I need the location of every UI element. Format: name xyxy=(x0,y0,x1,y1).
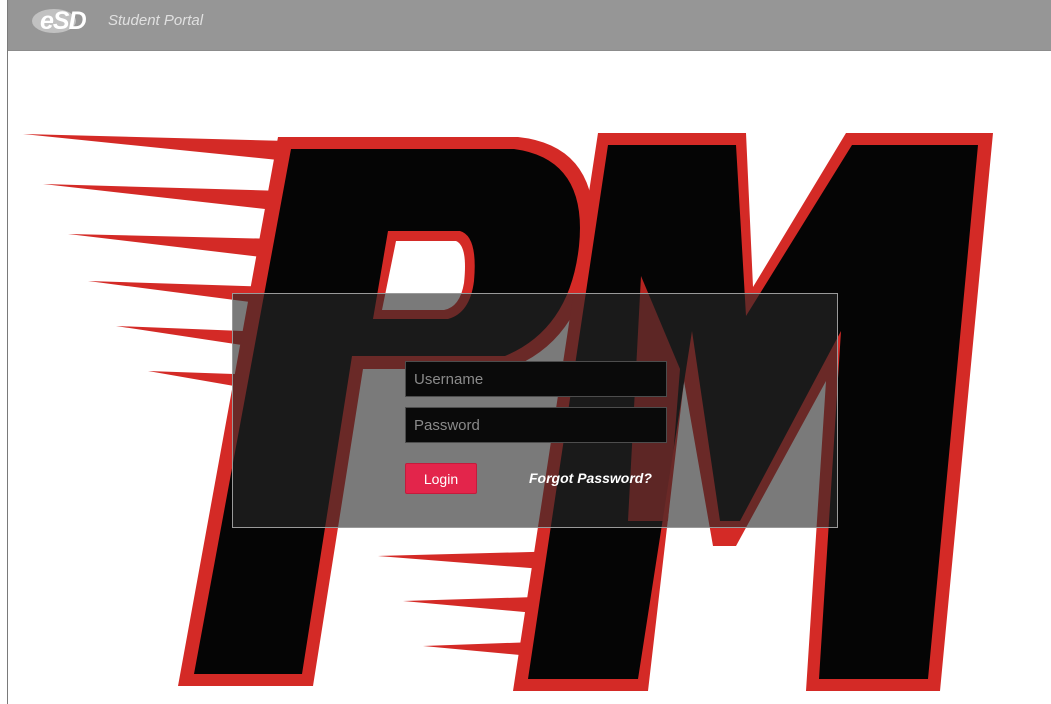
streak xyxy=(23,134,288,161)
esd-logo: eSD Student Portal xyxy=(32,7,203,35)
logo-text: eSD xyxy=(40,7,87,35)
portal-name: Student Portal xyxy=(108,12,204,29)
password-field[interactable] xyxy=(405,407,667,443)
portal-page: eSD Student Portal Username Login Forgot… xyxy=(0,0,1051,704)
header-bar: eSD Student Portal xyxy=(8,0,1051,51)
forgot-password-link[interactable]: Forgot Password? xyxy=(529,470,652,486)
username-field[interactable] xyxy=(405,361,667,397)
login-button[interactable]: Login xyxy=(405,463,477,494)
streak xyxy=(68,234,278,259)
streak xyxy=(43,184,283,211)
esd-logo-mark: eSD xyxy=(32,7,106,35)
login-panel: Login Forgot Password? xyxy=(232,293,838,528)
